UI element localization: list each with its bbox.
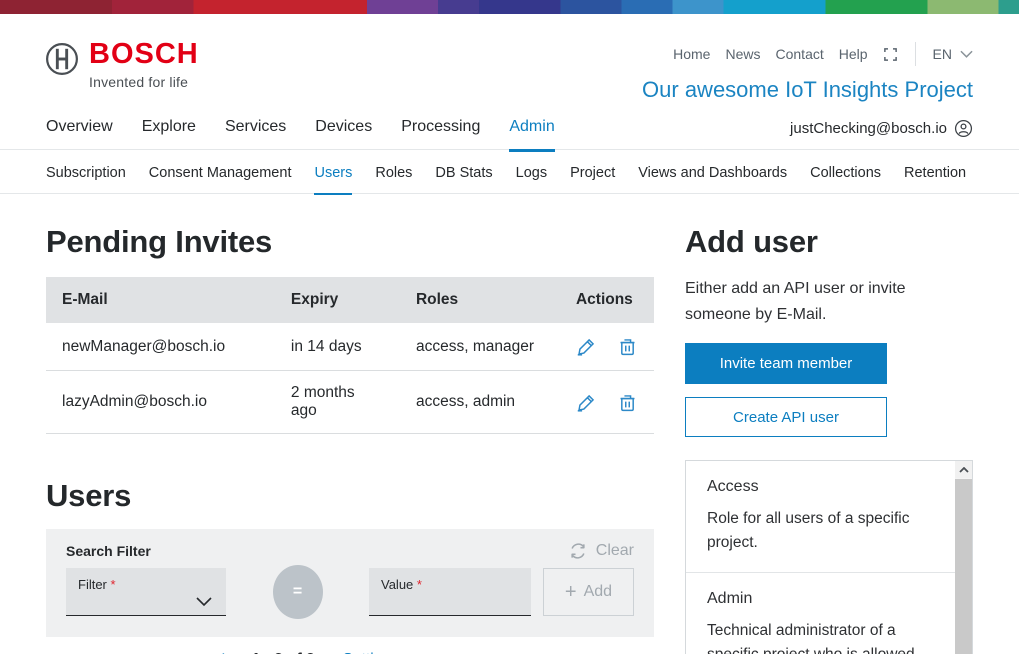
user-menu[interactable]: justChecking@bosch.io xyxy=(790,119,973,149)
chevron-up-icon xyxy=(959,467,969,473)
users-title: Users xyxy=(46,478,654,514)
required-marker: * xyxy=(417,577,422,592)
chevron-down-icon xyxy=(960,50,973,59)
column-header-roles: Roles xyxy=(400,277,560,323)
column-header-actions: Actions xyxy=(560,277,654,323)
table-row: newManager@bosch.io in 14 days access, m… xyxy=(46,323,654,371)
utility-link-help[interactable]: Help xyxy=(839,46,868,62)
subnav-item-retention[interactable]: Retention xyxy=(904,165,966,193)
search-filter-label: Search Filter xyxy=(66,543,634,559)
subnav-item-project[interactable]: Project xyxy=(570,165,615,193)
subnav-item-logs[interactable]: Logs xyxy=(516,165,547,193)
fullscreen-icon[interactable] xyxy=(883,47,898,62)
invite-team-member-button[interactable]: Invite team member xyxy=(685,343,887,384)
filter-row: Filter * = Value * + Add xyxy=(66,568,634,619)
row-actions xyxy=(576,336,638,357)
subnav-item-db-stats[interactable]: DB Stats xyxy=(435,165,492,193)
project-title: Our awesome IoT Insights Project xyxy=(642,77,973,103)
filter-operator-badge: = xyxy=(273,565,323,619)
subnav-item-roles[interactable]: Roles xyxy=(375,165,412,193)
nav-item-explore[interactable]: Explore xyxy=(142,118,196,149)
delete-invite-icon[interactable] xyxy=(617,336,638,357)
user-email: justChecking@bosch.io xyxy=(790,120,947,137)
main-nav-links: Overview Explore Services Devices Proces… xyxy=(46,118,555,149)
utility-nav: Home News Contact Help EN xyxy=(673,42,973,66)
edit-invite-icon[interactable] xyxy=(576,336,597,357)
page-header: BOSCH Invented for life Home News Contac… xyxy=(0,14,1019,106)
utility-link-contact[interactable]: Contact xyxy=(776,46,824,62)
roles-scrollbar[interactable] xyxy=(955,461,972,654)
role-name: Access xyxy=(707,478,946,496)
invite-email: lazyAdmin@bosch.io xyxy=(46,371,275,434)
required-marker: * xyxy=(111,577,116,592)
clear-label: Clear xyxy=(596,542,634,560)
right-column: Add user Either add an API user or invit… xyxy=(685,194,973,654)
operator-wrap: = xyxy=(226,568,369,619)
filter-select-label: Filter * xyxy=(78,577,116,592)
clear-filter-button[interactable]: Clear xyxy=(568,541,634,561)
subnav-item-consent-management[interactable]: Consent Management xyxy=(149,165,292,193)
add-filter-button[interactable]: + Add xyxy=(543,568,634,616)
subnav-item-users[interactable]: Users xyxy=(314,165,352,193)
bosch-anchor-icon xyxy=(45,42,79,76)
column-header-email: E-Mail xyxy=(46,277,275,323)
utility-link-news[interactable]: News xyxy=(725,46,760,62)
language-selector[interactable]: EN xyxy=(933,46,973,62)
nav-item-admin[interactable]: Admin xyxy=(509,118,554,149)
delete-invite-icon[interactable] xyxy=(617,392,638,413)
create-api-user-button[interactable]: Create API user xyxy=(685,397,887,437)
value-input[interactable]: Value * xyxy=(369,568,531,616)
scrollbar-thumb[interactable] xyxy=(955,479,972,654)
pending-invites-table: E-Mail Expiry Roles Actions newManager@b… xyxy=(46,277,654,434)
row-actions xyxy=(576,392,638,413)
role-description: Role for all users of a specific project… xyxy=(707,507,946,555)
add-label: Add xyxy=(584,583,612,601)
nav-item-processing[interactable]: Processing xyxy=(401,118,480,149)
brand-tagline: Invented for life xyxy=(89,74,199,90)
role-item-access[interactable]: Access Role for all users of a specific … xyxy=(686,461,955,572)
logo-text: BOSCH Invented for life xyxy=(89,40,199,90)
scroll-up-button[interactable] xyxy=(955,461,972,478)
admin-sub-nav: Subscription Consent Management Users Ro… xyxy=(0,150,1019,194)
table-header-row: E-Mail Expiry Roles Actions xyxy=(46,277,654,323)
chevron-down-icon xyxy=(196,597,212,607)
subnav-item-subscription[interactable]: Subscription xyxy=(46,165,126,193)
filter-select[interactable]: Filter * xyxy=(66,568,226,616)
invite-email: newManager@bosch.io xyxy=(46,323,275,371)
role-item-admin[interactable]: Admin Technical administrator of a speci… xyxy=(686,572,955,654)
language-label: EN xyxy=(933,46,952,62)
bosch-logo[interactable]: BOSCH Invented for life xyxy=(45,40,199,90)
bosch-supergraphic xyxy=(0,0,1019,14)
left-column: Pending Invites E-Mail Expiry Roles Acti… xyxy=(46,194,654,654)
value-input-label: Value * xyxy=(381,577,422,592)
main-nav: Overview Explore Services Devices Proces… xyxy=(0,106,1019,150)
nav-item-devices[interactable]: Devices xyxy=(315,118,372,149)
column-header-expiry: Expiry xyxy=(275,277,400,323)
invite-expiry: in 14 days xyxy=(275,323,400,371)
role-name: Admin xyxy=(707,590,946,608)
add-user-title: Add user xyxy=(685,224,973,260)
pending-invites-title: Pending Invites xyxy=(46,224,654,260)
subnav-item-views-and-dashboards[interactable]: Views and Dashboards xyxy=(638,165,787,193)
sync-icon xyxy=(568,541,588,561)
table-row: lazyAdmin@bosch.io 2 months ago access, … xyxy=(46,371,654,434)
subnav-item-collections[interactable]: Collections xyxy=(810,165,881,193)
add-user-description: Either add an API user or invite someone… xyxy=(685,276,937,327)
invite-roles: access, admin xyxy=(400,371,560,434)
brand-name: BOSCH xyxy=(89,40,199,69)
search-filter-panel: Search Filter Clear Filter * xyxy=(46,529,654,637)
nav-item-services[interactable]: Services xyxy=(225,118,286,149)
utility-link-home[interactable]: Home xyxy=(673,46,710,62)
invite-expiry-expired: 2 months ago xyxy=(275,371,400,434)
roles-list: Access Role for all users of a specific … xyxy=(686,461,955,654)
edit-invite-icon[interactable] xyxy=(576,392,597,413)
main-content: Pending Invites E-Mail Expiry Roles Acti… xyxy=(0,194,1019,654)
invite-roles: access, manager xyxy=(400,323,560,371)
nav-item-overview[interactable]: Overview xyxy=(46,118,113,149)
plus-icon: + xyxy=(565,581,577,604)
divider xyxy=(915,42,916,66)
roles-list-box: Access Role for all users of a specific … xyxy=(685,460,973,654)
role-description: Technical administrator of a specific pr… xyxy=(707,619,946,654)
user-avatar-icon xyxy=(954,119,973,138)
